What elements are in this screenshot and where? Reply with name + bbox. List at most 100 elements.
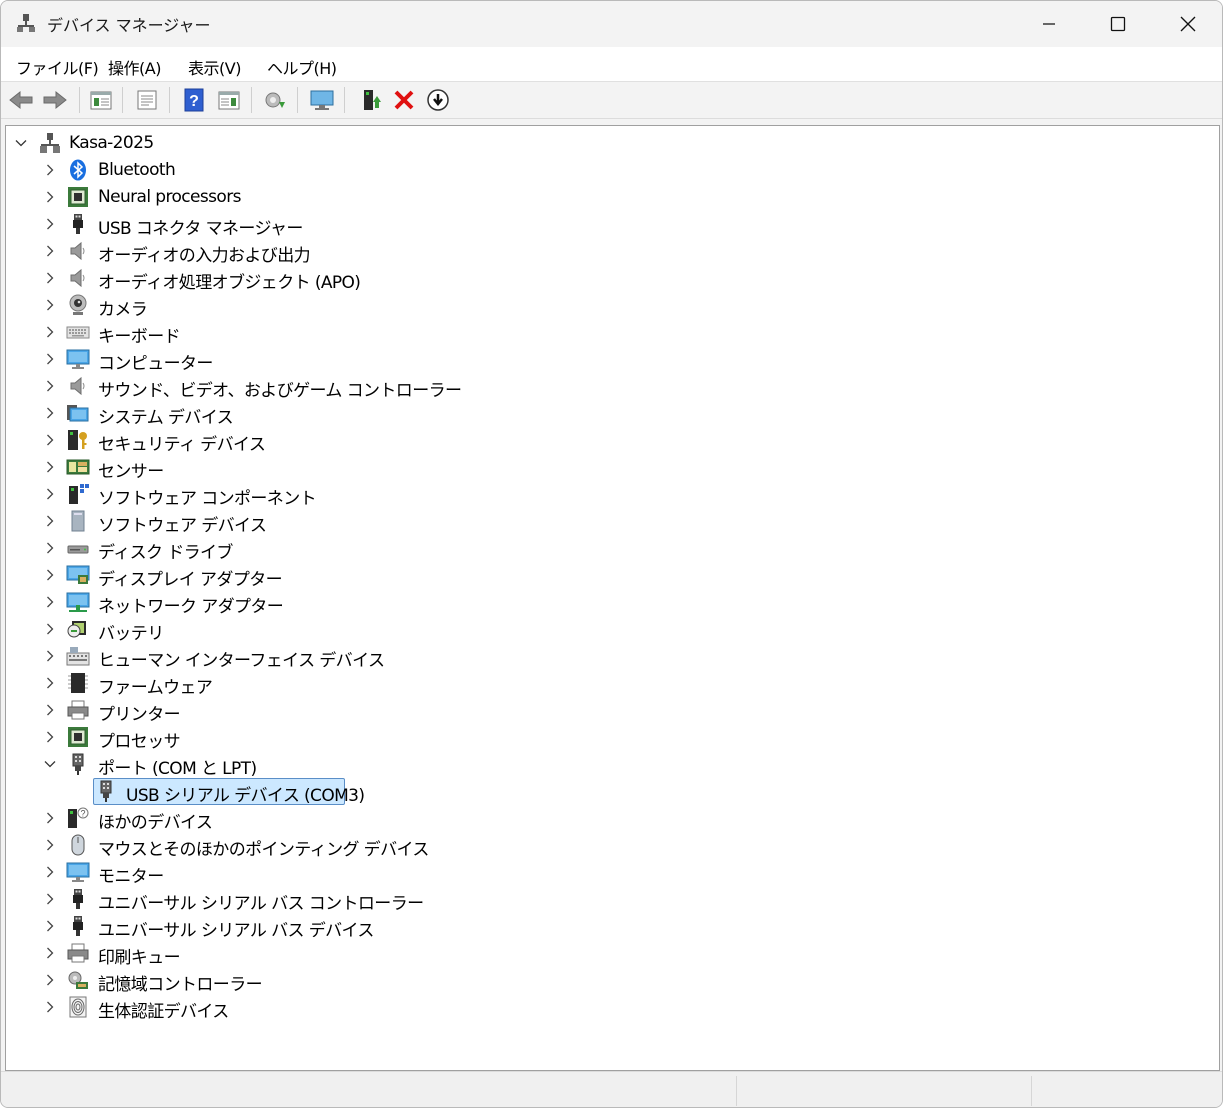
- chevron-right-icon[interactable]: [43, 190, 57, 204]
- chevron-right-icon[interactable]: [43, 406, 57, 420]
- chevron-right-icon[interactable]: [43, 325, 57, 339]
- tree-category-node[interactable]: 記憶域コントローラー: [6, 967, 1206, 995]
- tree-category-node[interactable]: セキュリティ デバイス: [6, 427, 1206, 455]
- tree-category-node[interactable]: ソフトウェア デバイス: [6, 508, 1206, 536]
- tree-category-node[interactable]: ファームウェア: [6, 670, 1206, 698]
- tree-category-node[interactable]: バッテリ: [6, 616, 1206, 644]
- chevron-right-icon[interactable]: [43, 595, 57, 609]
- chevron-down-icon[interactable]: [43, 757, 57, 771]
- tree-node-label: マウスとそのほかのポインティング デバイス: [98, 840, 429, 860]
- tree-category-node[interactable]: マウスとそのほかのポインティング デバイス: [6, 832, 1206, 860]
- port-icon: [66, 752, 90, 776]
- keyboard-icon: [66, 320, 90, 344]
- tree-category-node[interactable]: ヒューマン インターフェイス デバイス: [6, 643, 1206, 671]
- forward-button[interactable]: [41, 87, 69, 113]
- minimize-button[interactable]: [1014, 1, 1084, 47]
- close-button[interactable]: [1153, 1, 1222, 47]
- software-device-icon: [66, 509, 90, 533]
- chevron-right-icon[interactable]: [43, 730, 57, 744]
- chevron-right-icon[interactable]: [43, 487, 57, 501]
- chip-icon: [66, 185, 90, 209]
- status-separator: [1031, 1076, 1032, 1106]
- tree-category-node[interactable]: オーディオ処理オブジェクト (APO): [6, 265, 1206, 293]
- tree-category-node[interactable]: モニター: [6, 859, 1206, 887]
- tree-category-node[interactable]: Neural processors: [6, 184, 1206, 211]
- chevron-right-icon[interactable]: [43, 676, 57, 690]
- properties-button[interactable]: [133, 87, 161, 113]
- chevron-right-icon[interactable]: [43, 298, 57, 312]
- tree-category-node[interactable]: USB コネクタ マネージャー: [6, 211, 1206, 239]
- tree-node-label: ネットワーク アダプター: [98, 597, 284, 617]
- chevron-right-icon[interactable]: [43, 163, 57, 177]
- disable-device-button[interactable]: [424, 87, 452, 113]
- chevron-right-icon[interactable]: [43, 865, 57, 879]
- back-button[interactable]: [7, 87, 35, 113]
- chevron-right-icon[interactable]: [43, 919, 57, 933]
- chevron-right-icon[interactable]: [43, 379, 57, 393]
- enable-device-button[interactable]: [357, 87, 385, 113]
- tree-category-node[interactable]: プロセッサ: [6, 724, 1206, 752]
- tree-category-node[interactable]: センサー: [6, 454, 1206, 482]
- chevron-right-icon[interactable]: [43, 838, 57, 852]
- chevron-right-icon[interactable]: [43, 973, 57, 987]
- tree-category-node[interactable]: サウンド、ビデオ、およびゲーム コントローラー: [6, 373, 1206, 401]
- tree-category-node[interactable]: カメラ: [6, 292, 1206, 320]
- chevron-right-icon[interactable]: [43, 892, 57, 906]
- chevron-right-icon[interactable]: [43, 244, 57, 258]
- menu-help[interactable]: ヘルプ(H): [267, 55, 337, 79]
- help-button[interactable]: ?: [180, 87, 208, 113]
- tree-node-label: ソフトウェア デバイス: [98, 516, 267, 536]
- maximize-button[interactable]: [1083, 1, 1153, 47]
- chevron-right-icon[interactable]: [43, 433, 57, 447]
- tree-node-label: ファームウェア: [98, 678, 213, 698]
- show-hide-console-tree-button[interactable]: [87, 87, 115, 113]
- tree-category-node[interactable]: 印刷キュー: [6, 940, 1206, 968]
- tree-root-node[interactable]: Kasa-2025: [6, 130, 1206, 157]
- chevron-right-icon[interactable]: [43, 946, 57, 960]
- tree-node-label: センサー: [98, 462, 164, 482]
- chevron-right-icon[interactable]: [43, 811, 57, 825]
- show-action-pane-button[interactable]: [215, 87, 243, 113]
- tree-category-node[interactable]: システム デバイス: [6, 400, 1206, 428]
- chevron-right-icon[interactable]: [43, 1000, 57, 1014]
- scan-hardware-button[interactable]: [308, 87, 336, 113]
- chevron-right-icon[interactable]: [43, 703, 57, 717]
- tree-node-label: オーディオの入力および出力: [98, 246, 311, 266]
- tree-category-node[interactable]: ユニバーサル シリアル バス コントローラー: [6, 886, 1206, 914]
- update-driver-button[interactable]: [261, 87, 289, 113]
- menu-action[interactable]: 操作(A): [108, 55, 161, 79]
- tree-category-node[interactable]: オーディオの入力および出力: [6, 238, 1206, 266]
- tree-category-node[interactable]: ポート (COM と LPT): [6, 751, 1206, 779]
- tree-category-node[interactable]: キーボード: [6, 319, 1206, 347]
- chevron-down-icon[interactable]: [14, 136, 28, 150]
- tree-category-node[interactable]: ソフトウェア コンポーネント: [6, 481, 1206, 509]
- chevron-right-icon[interactable]: [43, 217, 57, 231]
- system-folder-icon: [66, 401, 90, 425]
- chevron-right-icon[interactable]: [43, 514, 57, 528]
- tree-category-node[interactable]: ネットワーク アダプター: [6, 589, 1206, 617]
- tree-node-label: ディスプレイ アダプター: [98, 570, 283, 590]
- uninstall-device-button[interactable]: [390, 87, 418, 113]
- chevron-right-icon[interactable]: [43, 271, 57, 285]
- chevron-right-icon[interactable]: [43, 649, 57, 663]
- tree-category-node[interactable]: ディスプレイ アダプター: [6, 562, 1206, 590]
- chevron-right-icon[interactable]: [43, 568, 57, 582]
- device-tree[interactable]: Kasa-2025 Bluetooth Neural processors USB コ…: [5, 125, 1220, 1071]
- menu-file[interactable]: ファイル(F): [16, 55, 99, 79]
- tree-category-node[interactable]: ユニバーサル シリアル バス デバイス: [6, 913, 1206, 941]
- tree-category-node[interactable]: 生体認証デバイス: [6, 994, 1206, 1022]
- chevron-right-icon[interactable]: [43, 352, 57, 366]
- menu-view[interactable]: 表示(V): [188, 55, 241, 79]
- tree-category-node[interactable]: コンピューター: [6, 346, 1206, 374]
- window-title: デバイス マネージャー: [47, 16, 211, 35]
- tree-device-node[interactable]: USB シリアル デバイス (COM3): [6, 778, 1206, 806]
- chevron-right-icon[interactable]: [43, 622, 57, 636]
- tree-category-node[interactable]: ? ほかのデバイス: [6, 805, 1206, 833]
- tree-category-node[interactable]: Bluetooth: [6, 157, 1206, 184]
- tree-category-node[interactable]: プリンター: [6, 697, 1206, 725]
- tree-category-node[interactable]: ディスク ドライブ: [6, 535, 1206, 563]
- chevron-right-icon[interactable]: [43, 460, 57, 474]
- chevron-right-icon[interactable]: [43, 541, 57, 555]
- enable-device-icon: [364, 90, 381, 110]
- tree-node-label: 生体認証デバイス: [98, 1002, 229, 1022]
